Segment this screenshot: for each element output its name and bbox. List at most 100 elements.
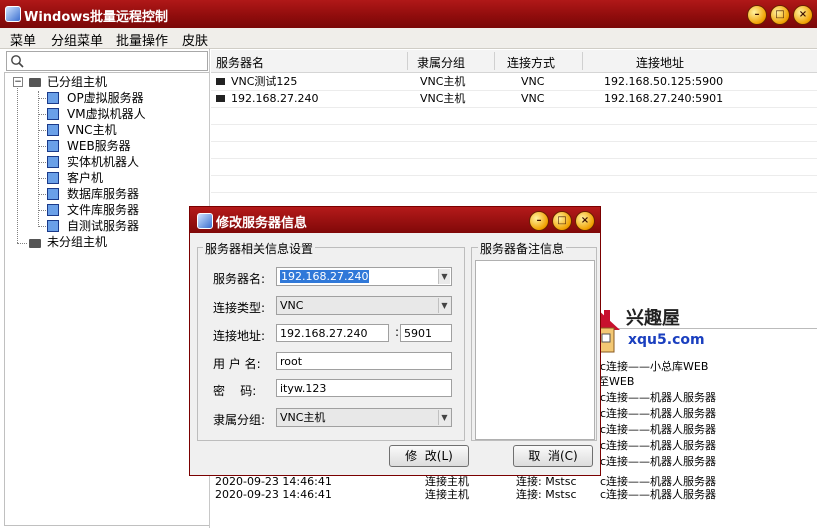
address-label: 连接地址: xyxy=(213,329,266,343)
dialog-title: 修改服务器信息 xyxy=(216,216,308,231)
dialog-title-bar: 修改服务器信息 – □ × xyxy=(190,207,600,233)
tree-item-group[interactable]: 客户机 xyxy=(67,170,103,186)
tree-item-group[interactable]: 实体机机器人 xyxy=(67,154,139,170)
maximize-button[interactable]: □ xyxy=(770,5,790,25)
search-input[interactable] xyxy=(6,51,208,71)
close-button[interactable]: × xyxy=(793,5,813,25)
tree-item-group[interactable]: 自测试服务器 xyxy=(67,218,139,234)
group-select[interactable]: VNC主机 ▼ xyxy=(276,408,452,427)
row-method: VNC xyxy=(521,75,545,88)
computer-icon xyxy=(47,172,59,184)
log-line: c连接——机器人服务器 xyxy=(600,391,717,404)
folder-icon xyxy=(29,239,41,248)
column-header-method[interactable]: 连接方式 xyxy=(507,54,555,71)
minimize-button[interactable]: – xyxy=(747,5,767,25)
tree-item-group[interactable]: 数据库服务器 xyxy=(67,186,139,202)
row-name: 192.168.27.240 xyxy=(231,92,319,105)
settings-group-label: 服务器相关信息设置 xyxy=(203,240,316,257)
computer-icon xyxy=(47,140,59,152)
modify-button[interactable]: 修 改(L) xyxy=(389,445,469,467)
title-bar: Windows批量远程控制 – □ × xyxy=(0,0,817,28)
row-time: 2020-09-23 14:46:41 xyxy=(215,488,332,501)
menu-item-menu[interactable]: 菜单 xyxy=(10,30,36,49)
monitor-icon xyxy=(216,78,225,85)
log-line: c连接——机器人服务器 xyxy=(600,439,717,452)
tree-item-group[interactable]: VM虚拟机器人 xyxy=(67,106,146,122)
notes-group-label: 服务器备注信息 xyxy=(478,240,567,257)
tree-item-group[interactable]: VNC主机 xyxy=(67,122,117,138)
port-separator: : xyxy=(395,325,400,339)
tree-item-group[interactable]: 文件库服务器 xyxy=(67,202,139,218)
log-line: c连接——机器人服务器 xyxy=(600,407,717,420)
computer-icon xyxy=(47,108,59,120)
row-method: VNC xyxy=(521,92,545,105)
app-icon xyxy=(5,6,21,22)
expander-grouped[interactable]: − xyxy=(13,77,23,87)
tree-item-group[interactable]: OP虚拟服务器 xyxy=(67,90,144,106)
window-title: Windows批量远程控制 xyxy=(24,10,169,25)
row-group: 连接主机 xyxy=(425,488,469,501)
tree-item-grouped-hosts[interactable]: 已分组主机 xyxy=(47,74,107,90)
table-row[interactable]: VNC测试125 VNC主机 VNC 192.168.50.125:5900 xyxy=(211,74,817,91)
computer-icon xyxy=(47,156,59,168)
server-name-label: 服务器名: xyxy=(213,272,266,286)
group-value: VNC主机 xyxy=(280,411,326,424)
computer-icon xyxy=(47,204,59,216)
row-group: VNC主机 xyxy=(420,92,466,105)
table-row[interactable]: 2020-09-23 14:46:41 连接主机 连接: Mstsc c连接——… xyxy=(211,487,817,503)
row-address: 192.168.50.125:5900 xyxy=(604,75,724,88)
group-tree: − 已分组主机 OP虚拟服务器 VM虚拟机器人 VNC主机 WEB服务器 实体机… xyxy=(4,72,210,526)
main-window: Windows批量远程控制 – □ × 菜单 分组菜单 批量操作 皮肤 − 已分… xyxy=(0,0,817,531)
log-line: c连接——机器人服务器 xyxy=(600,455,717,468)
edit-server-dialog: 修改服务器信息 – □ × 服务器相关信息设置 服务器备注信息 服务器名: 19… xyxy=(189,206,601,476)
port-input[interactable]: 5901 xyxy=(400,324,452,342)
row-desc: c连接——机器人服务器 xyxy=(600,488,717,501)
computer-icon xyxy=(47,188,59,200)
search-icon xyxy=(11,55,24,68)
computer-icon xyxy=(47,124,59,136)
watermark-title: 兴趣屋 xyxy=(626,308,680,329)
cancel-button[interactable]: 取 消(C) xyxy=(513,445,593,467)
column-header-name[interactable]: 服务器名 xyxy=(216,54,264,71)
menu-item-skin[interactable]: 皮肤 xyxy=(182,30,208,49)
table-row[interactable]: 192.168.27.240 VNC主机 VNC 192.168.27.240:… xyxy=(211,91,817,108)
log-line: c连接——小总库WEB xyxy=(600,360,709,373)
column-header-group[interactable]: 隶属分组 xyxy=(417,54,465,71)
username-label: 用 户 名: xyxy=(213,357,261,371)
server-list-header: 服务器名 隶属分组 连接方式 连接地址 xyxy=(211,50,817,73)
row-group: VNC主机 xyxy=(420,75,466,88)
conn-type-label: 连接类型: xyxy=(213,301,266,315)
computer-icon xyxy=(47,220,59,232)
row-method: 连接: Mstsc xyxy=(516,488,577,501)
notes-textarea[interactable] xyxy=(475,260,595,440)
dialog-icon xyxy=(197,213,213,229)
column-header-address[interactable]: 连接地址 xyxy=(636,54,684,71)
dialog-close-button[interactable]: × xyxy=(575,211,595,231)
menu-item-batch[interactable]: 批量操作 xyxy=(116,30,168,49)
conn-type-select[interactable]: VNC ▼ xyxy=(276,296,452,315)
dialog-maximize-button[interactable]: □ xyxy=(552,211,572,231)
group-label: 隶属分组: xyxy=(213,413,266,427)
folder-icon xyxy=(29,78,41,87)
server-name-combo[interactable]: 192.168.27.240 ▼ xyxy=(276,267,452,286)
log-line: 至WEB xyxy=(598,375,635,388)
tree-item-ungrouped-hosts[interactable]: 未分组主机 xyxy=(47,234,107,250)
watermark-url: xqu5.com xyxy=(628,332,705,348)
dialog-minimize-button[interactable]: – xyxy=(529,211,549,231)
chevron-down-icon[interactable]: ▼ xyxy=(438,269,450,284)
username-input[interactable]: root xyxy=(276,352,452,370)
server-name-value: 192.168.27.240 xyxy=(280,270,370,283)
address-input[interactable]: 192.168.27.240 xyxy=(276,324,389,342)
menu-item-group-menu[interactable]: 分组菜单 xyxy=(51,30,103,49)
tree-item-group[interactable]: WEB服务器 xyxy=(67,138,131,154)
monitor-icon xyxy=(216,95,225,102)
row-address: 192.168.27.240:5901 xyxy=(604,92,724,105)
chevron-down-icon[interactable]: ▼ xyxy=(438,298,450,313)
password-input[interactable]: ityw.123 xyxy=(276,379,452,397)
row-name: VNC测试125 xyxy=(231,75,298,88)
menu-bar: 菜单 分组菜单 批量操作 皮肤 xyxy=(0,28,817,49)
log-line: c连接——机器人服务器 xyxy=(600,423,717,436)
conn-type-value: VNC xyxy=(280,299,304,312)
chevron-down-icon[interactable]: ▼ xyxy=(438,410,450,425)
password-label: 密 码: xyxy=(213,384,257,398)
